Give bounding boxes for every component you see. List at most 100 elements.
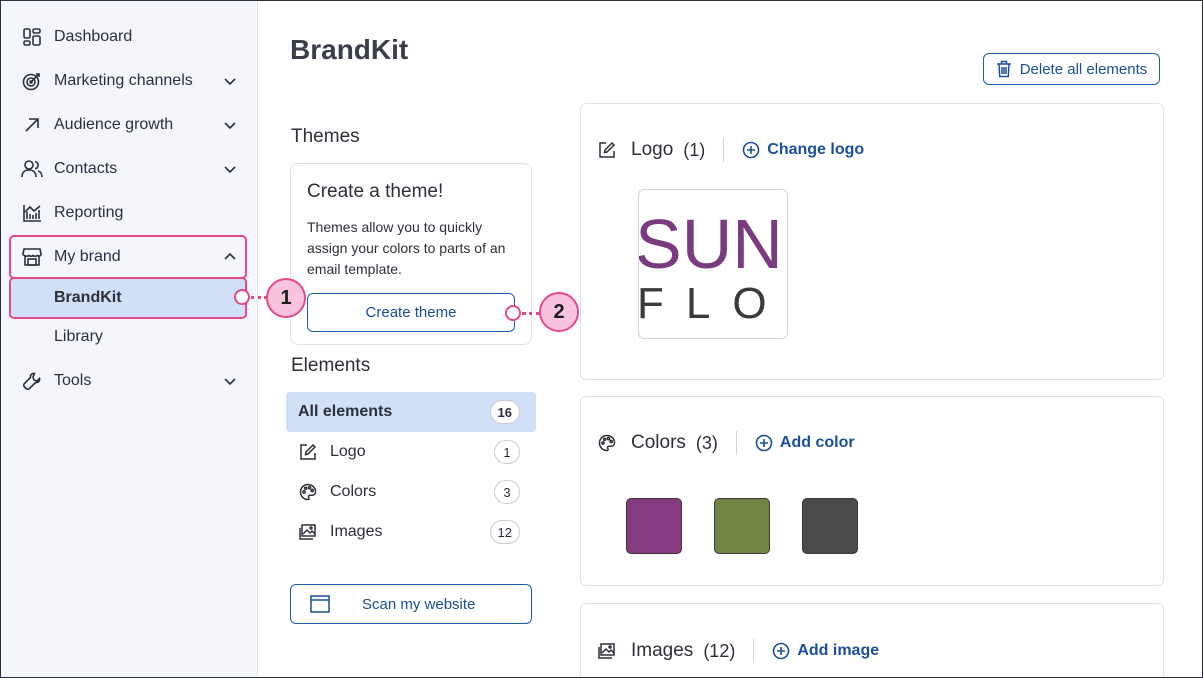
app-window: Dashboard Marketing channels Audience gr…: [0, 0, 1203, 678]
callout-1-badge: 1: [266, 278, 306, 318]
color-swatch[interactable]: [626, 498, 682, 554]
divider: [723, 138, 725, 162]
callout-2-badge: 2: [539, 292, 579, 332]
sidebar-item-label: BrandKit: [54, 289, 122, 306]
sidebar-item-label: Library: [54, 328, 103, 345]
elements-row-all[interactable]: All elements 16: [286, 392, 536, 432]
page-title: BrandKit: [290, 34, 409, 65]
sidebar-item-label: My brand: [54, 248, 121, 265]
add-color-button[interactable]: Add color: [755, 434, 855, 452]
chevron-up-icon[interactable]: [223, 250, 237, 264]
plus-circle-icon: [755, 434, 773, 452]
browser-window-icon: [310, 595, 330, 613]
sidebar-item-label: Contacts: [54, 160, 118, 177]
images-panel: Images (12) Add image: [580, 603, 1164, 677]
add-image-button[interactable]: Add image: [772, 642, 879, 660]
callout-1-anchor: [234, 289, 250, 305]
growth-arrow-icon: [21, 114, 43, 136]
trash-icon: [996, 60, 1011, 78]
chevron-down-icon[interactable]: [223, 374, 237, 388]
elements-count-badge: 12: [489, 520, 520, 544]
palette-icon: [597, 433, 617, 453]
create-theme-label: Create theme: [365, 304, 457, 321]
images-icon: [597, 641, 617, 661]
theme-card-title: Create a theme!: [307, 181, 444, 202]
chevron-down-icon[interactable]: [223, 162, 237, 176]
storefront-icon: [21, 246, 43, 268]
elements-row-colors[interactable]: Colors 3: [286, 472, 536, 512]
logo-image: SUN FLOR: [639, 205, 788, 328]
elements-row-label: Colors: [330, 483, 377, 500]
callout-number: 2: [553, 300, 565, 323]
images-icon: [298, 522, 318, 542]
elements-heading: Elements: [291, 355, 371, 376]
svg-text:SUN: SUN: [639, 205, 783, 283]
chevron-down-icon[interactable]: [223, 118, 237, 132]
change-logo-label: Change logo: [767, 141, 865, 158]
divider: [753, 639, 755, 663]
sidebar-item-label: Reporting: [54, 204, 124, 221]
colors-panel-count: (3): [695, 432, 718, 453]
sidebar-item-contacts[interactable]: Contacts: [11, 149, 245, 189]
edit-square-icon: [597, 140, 617, 160]
sidebar-item-brandkit[interactable]: BrandKit: [9, 277, 247, 319]
sidebar-item-label: Audience growth: [54, 116, 174, 133]
elements-row-label: Images: [330, 523, 383, 540]
sidebar-item-my-brand[interactable]: My brand: [9, 235, 247, 279]
elements-count-badge: 1: [494, 440, 520, 464]
edit-square-icon: [298, 442, 318, 462]
images-panel-header: Images (12) Add image: [597, 639, 879, 663]
change-logo-button[interactable]: Change logo: [742, 141, 864, 159]
colors-panel-header: Colors (3) Add color: [597, 431, 855, 455]
add-color-label: Add color: [779, 434, 855, 451]
plus-circle-icon: [742, 141, 760, 159]
callout-1-connector: [251, 296, 267, 299]
scan-website-label: Scan my website: [362, 595, 476, 613]
delete-all-elements-button[interactable]: Delete all elements: [983, 53, 1160, 85]
elements-row-label: All elements: [298, 403, 393, 420]
chart-icon: [21, 202, 43, 224]
sidebar-item-reporting[interactable]: Reporting: [11, 193, 245, 233]
images-panel-title: Images: [631, 640, 694, 661]
scan-website-button[interactable]: Scan my website: [290, 584, 532, 624]
sidebar-item-library[interactable]: Library: [11, 318, 245, 356]
palette-icon: [298, 482, 318, 502]
callout-2-anchor: [505, 305, 521, 321]
elements-row-images[interactable]: Images 12: [286, 512, 536, 552]
images-panel-count: (12): [703, 640, 736, 661]
logo-panel-title: Logo: [631, 139, 674, 160]
callout-2-connector: [522, 312, 540, 315]
create-theme-button[interactable]: Create theme: [307, 293, 515, 332]
chevron-down-icon[interactable]: [223, 74, 237, 88]
add-image-label: Add image: [797, 642, 880, 659]
logo-panel-count: (1): [683, 139, 706, 160]
colors-panel-title: Colors: [631, 432, 686, 453]
theme-card-text: Themes allow you to quickly assign your …: [307, 219, 506, 277]
sidebar-item-audience-growth[interactable]: Audience growth: [11, 105, 245, 145]
elements-row-logo[interactable]: Logo 1: [286, 432, 536, 472]
sidebar-item-label: Dashboard: [54, 28, 133, 45]
sidebar-item-label: Tools: [54, 372, 92, 389]
elements-row-label: Logo: [330, 443, 366, 460]
sidebar: Dashboard Marketing channels Audience gr…: [1, 1, 258, 677]
contacts-icon: [21, 158, 43, 180]
target-icon: [21, 70, 43, 92]
color-swatch[interactable]: [802, 498, 858, 554]
logo-panel-header: Logo (1) Change logo: [597, 138, 864, 162]
color-swatch[interactable]: [714, 498, 770, 554]
dashboard-icon: [21, 26, 43, 48]
sidebar-item-marketing-channels[interactable]: Marketing channels: [11, 61, 245, 101]
themes-heading: Themes: [291, 126, 360, 147]
divider: [735, 431, 737, 455]
delete-all-label: Delete all elements: [1019, 60, 1148, 78]
svg-text:FLOR: FLOR: [639, 279, 788, 328]
sidebar-item-tools[interactable]: Tools: [11, 361, 245, 401]
plus-circle-icon: [773, 642, 790, 660]
sidebar-item-dashboard[interactable]: Dashboard: [11, 17, 245, 57]
colors-panel: Colors (3) Add color: [580, 396, 1164, 586]
wrench-icon: [21, 370, 43, 392]
elements-count-badge: 3: [494, 480, 520, 504]
logo-thumbnail[interactable]: SUN FLOR: [638, 189, 788, 339]
sidebar-item-label: Marketing channels: [54, 72, 193, 89]
callout-number: 1: [280, 286, 292, 309]
